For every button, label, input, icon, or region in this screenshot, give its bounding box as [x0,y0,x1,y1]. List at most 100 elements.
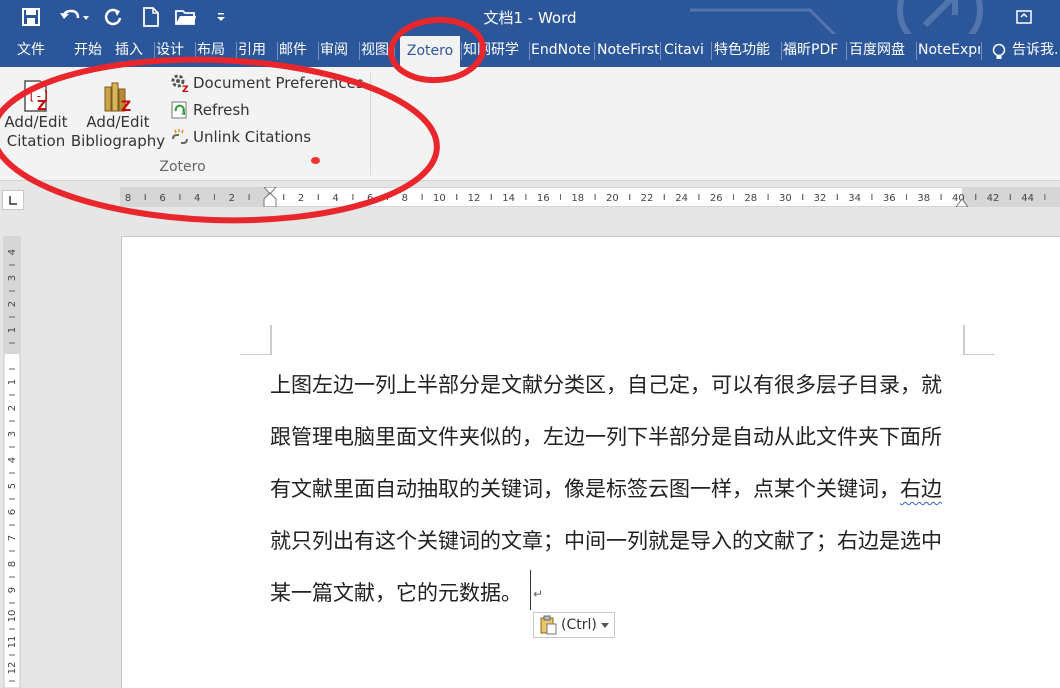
tab-separator [277,42,278,60]
tab-separator [846,42,847,60]
tab-9[interactable]: Zotero [400,36,460,67]
citation-label-line1: Add/Edit [4,113,68,131]
h-ruler-label: 28 [744,193,757,204]
tab-3[interactable]: 设计 [156,34,194,67]
refresh-icon [171,101,187,119]
h-ruler-label: 34 [848,193,861,204]
tab-separator [916,42,917,60]
h-ruler-label: 16 [537,193,550,204]
h-ruler-label: 24 [675,193,688,204]
add-citation-icon: [-] Z [24,80,50,113]
tab-separator [236,42,237,60]
h-ruler-label: 32 [814,193,827,204]
v-ruler-label: 4 [7,249,18,255]
group-separator [370,73,371,175]
clipboard-icon [540,615,557,635]
title-bar: 文档1 - Word [0,0,1060,34]
add-edit-citation-button[interactable]: [-] Z Add/Edit Citation [2,75,70,151]
h-ruler-label: 38 [917,193,930,204]
tab-13[interactable]: Citavi [664,34,710,67]
horizontal-ruler[interactable]: 8 6 4 2 2 4 6 8 10 12 14 16 18 20 22 24 26 28 30 32 34 36 38 40… [120,187,1060,207]
text-line-5: 某一篇文献，它的元数据。 [270,581,522,605]
h-ruler-label: 8 [125,193,131,204]
tab-separator [594,42,595,60]
h-ruler-label: 12 [468,193,481,204]
v-ruler-label: 1 [7,379,18,385]
vertical-ruler[interactable]: 4321123456789101112 [2,236,22,688]
tab-4[interactable]: 布局 [197,34,235,67]
tab-12[interactable]: NoteFirst [597,34,659,67]
tab-6[interactable]: 邮件 [279,34,317,67]
h-ruler-label: 4 [332,193,338,204]
v-ruler-label: 12 [7,662,18,675]
h-ruler-label: 42 [987,193,1000,204]
v-ruler-label: 7 [7,535,18,541]
h-ruler-label: 8 [402,193,408,204]
document-preferences-label: Document Preferences [193,74,364,92]
add-edit-bibliography-button[interactable]: Z Add/Edit Bibliography [70,75,166,151]
tab-5[interactable]: 引用 [238,34,276,67]
left-tab-icon [9,196,17,205]
refresh-label: Refresh [193,101,250,119]
text-line-4: 就只列出有这个关键词的文章；中间一列就是导入的文献了；右边是选中 [270,529,942,553]
v-ruler-label: 10 [7,610,18,623]
tab-10[interactable]: 知网研学 [463,34,528,67]
tab-18[interactable]: 告诉我... [1012,34,1060,67]
tab-15[interactable]: 福昕PDF [783,34,845,67]
lightbulb-icon [992,43,1006,59]
unlink-icon [172,129,188,144]
bibliography-icon: Z [104,82,131,113]
tab-2[interactable]: 插入 [115,34,153,67]
tab-separator [529,42,530,60]
tab-8[interactable]: 视图 [361,34,393,67]
h-ruler-label: 22 [641,193,654,204]
h-ruler-label: 18 [571,193,584,204]
tab-1[interactable]: 开始 [74,34,112,67]
chevron-down-icon [600,623,609,628]
tab-separator [660,42,661,60]
v-ruler-label: 1 [7,327,18,333]
svg-text:Z: Z [37,99,46,113]
tab-17[interactable]: NoteExpress [918,34,980,67]
tab-separator [359,42,360,60]
unlink-citations-button[interactable]: Unlink Citations [170,125,311,149]
refresh-button[interactable]: Refresh [170,98,250,122]
gear-icon: Z [171,74,189,93]
tab-separator [195,42,196,60]
tab-16[interactable]: 百度网盘 [849,34,915,67]
bibliography-label-line2: Bibliography [70,132,166,150]
v-ruler-label: 3 [7,431,18,437]
h-ruler-label: 26 [710,193,723,204]
text-line-2: 跟管理电脑里面文件夹似的，左边一列下半部分是自动从此文件夹下面所 [270,425,942,449]
tab-0[interactable]: 文件 [0,34,62,67]
unlink-citations-label: Unlink Citations [193,128,312,146]
v-ruler-label: 3 [7,275,18,281]
tab-7[interactable]: 审阅 [320,34,358,67]
v-ruler-label: 2 [7,405,18,411]
text-cursor [530,570,531,610]
document-preferences-button[interactable]: Z Document Preferences [170,71,364,95]
paste-options-label: (Ctrl) [561,617,597,633]
tab-selector-button[interactable] [2,190,24,210]
paste-options-button[interactable]: (Ctrl) [533,612,615,638]
tab-separator [318,42,319,60]
tab-separator [154,42,155,60]
tab-11[interactable]: EndNote [531,34,593,67]
v-ruler-label: 11 [7,636,18,649]
tab-14[interactable]: 特色功能 [714,34,780,67]
ribbon-display-options-button[interactable] [1012,6,1036,28]
v-ruler-label: 2 [7,301,18,307]
margin-mark-left [240,325,272,355]
text-line-3-main: 有文献里面自动抽取的关键词，像是标签云图一样，点某个关键词， [270,477,900,501]
h-ruler-label: 44 [1021,193,1034,204]
h-ruler-label: 20 [606,193,619,204]
bibliography-label-line1: Add/Edit [86,113,150,131]
tab-separator [711,42,712,60]
citation-label-line2: Citation [6,132,66,150]
text-line-1: 上图左边一列上半部分是文献分类区，自己定，可以有很多层子目录，就 [270,373,942,397]
tab-separator [981,42,982,60]
v-ruler-label: 5 [7,483,18,489]
spell-check-text: 右边 [900,477,942,501]
zotero-group-label: Zotero [159,159,206,175]
document-body[interactable]: 上图左边一列上半部分是文献分类区，自己定，可以有很多层子目录，就 跟管理电脑里面… [270,359,990,619]
